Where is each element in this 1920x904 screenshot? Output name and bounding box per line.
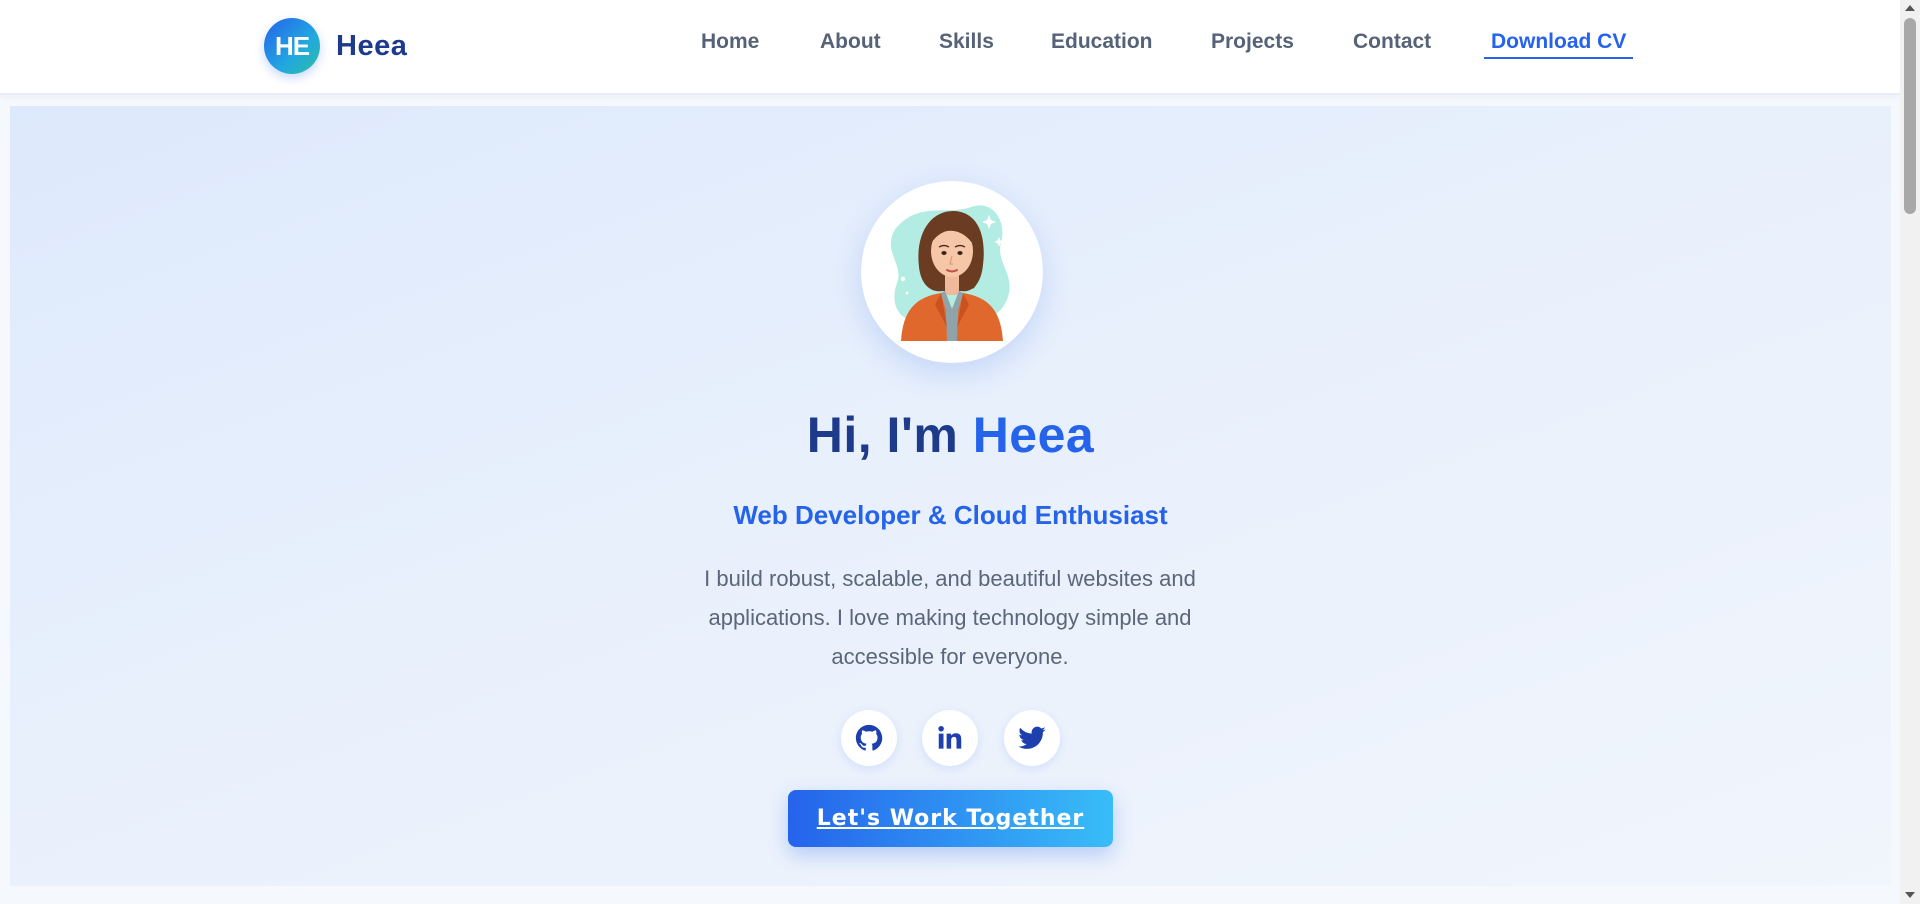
hero-bio: I build robust, scalable, and beautiful …	[704, 566, 1196, 669]
nav-contact[interactable]: Contact	[1353, 30, 1431, 54]
page: HE Heea Home About Skills Education Proj…	[0, 0, 1920, 904]
avatar-illustration	[890, 205, 1010, 341]
linkedin-icon	[938, 726, 962, 749]
headline-name: Heea	[972, 407, 1095, 463]
nav-education[interactable]: Education	[1051, 30, 1153, 54]
download-cv-link[interactable]: Download CV	[1484, 30, 1634, 59]
nav-home[interactable]: Home	[701, 30, 759, 54]
twitter-icon	[1018, 726, 1046, 749]
linkedin-link[interactable]	[922, 710, 978, 766]
nav-skills[interactable]: Skills	[939, 30, 994, 54]
page-scrollbar[interactable]	[1900, 0, 1920, 904]
avatar	[861, 181, 1043, 363]
social-links	[10, 710, 1891, 766]
nav-projects[interactable]: Projects	[1211, 30, 1294, 54]
github-icon	[855, 724, 883, 751]
nav-about[interactable]: About	[820, 30, 881, 54]
viewport: HE Heea Home About Skills Education Proj…	[0, 0, 1900, 904]
main-nav: Home About Skills Education Projects Con…	[0, 30, 1900, 64]
hero-headline: Hi, I'm Heea	[10, 406, 1891, 464]
twitter-link[interactable]	[1004, 710, 1060, 766]
lets-work-together-button[interactable]: Let's Work Together	[788, 790, 1113, 847]
github-link[interactable]	[841, 710, 897, 766]
scroll-up-arrow-icon[interactable]	[1905, 5, 1915, 11]
scrollbar-thumb[interactable]	[1904, 18, 1916, 214]
hero-tagline: Web Developer & Cloud Enthusiast	[733, 500, 1168, 530]
hero-section: Hi, I'm Heea Web Developer & Cloud Enthu…	[10, 106, 1891, 886]
headline-greeting: Hi, I'm	[806, 407, 973, 463]
navbar: HE Heea Home About Skills Education Proj…	[0, 0, 1900, 95]
scroll-down-arrow-icon[interactable]	[1905, 892, 1915, 898]
